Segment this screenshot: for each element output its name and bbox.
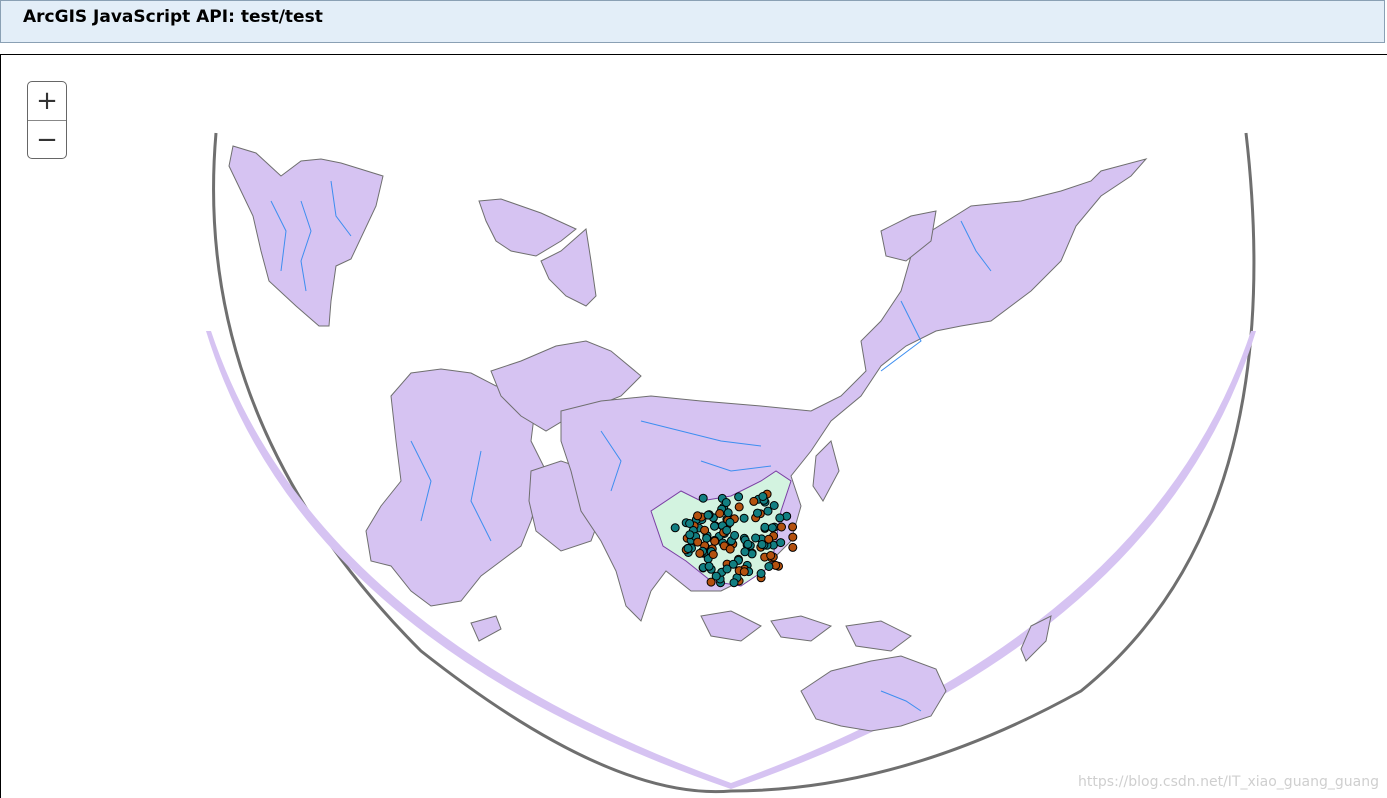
point-feature-orange[interactable] (715, 509, 725, 518)
point-feature-orange[interactable] (788, 542, 798, 552)
point-feature-teal[interactable] (776, 538, 786, 548)
point-feature-orange[interactable] (766, 551, 776, 560)
point-feature-teal[interactable] (703, 510, 713, 520)
point-feature-teal[interactable] (753, 508, 762, 518)
zoom-in-button[interactable]: + (28, 82, 66, 120)
point-feature-teal[interactable] (758, 492, 768, 501)
point-feature-teal[interactable] (702, 533, 712, 543)
point-feature-teal[interactable] (763, 506, 773, 516)
point-feature-orange[interactable] (734, 502, 744, 512)
land-indonesia-1 (700, 610, 762, 642)
zoom-control: + − (27, 81, 67, 159)
point-feature-teal[interactable] (698, 493, 708, 503)
land-asia (560, 158, 1148, 622)
point-feature-orange[interactable] (725, 544, 735, 554)
point-feature-orange[interactable] (739, 567, 749, 577)
map-view[interactable]: + − https://blog.csdn.net/IT_xiao_guang_… (0, 54, 1387, 798)
point-feature-teal[interactable] (722, 525, 732, 535)
point-feature-teal[interactable] (704, 561, 714, 571)
point-feature-orange[interactable] (764, 534, 774, 544)
point-feature-teal[interactable] (743, 539, 753, 549)
point-feature-orange[interactable] (710, 536, 720, 546)
point-feature-orange[interactable] (693, 511, 702, 521)
point-feature-teal[interactable] (764, 562, 774, 571)
point-feature-teal[interactable] (683, 544, 693, 553)
point-feature-teal[interactable] (710, 521, 719, 531)
land-madagascar (470, 615, 502, 642)
point-feature-teal[interactable] (685, 530, 695, 540)
point-feature-teal[interactable] (734, 492, 744, 502)
point-feature-orange[interactable] (777, 522, 786, 532)
point-feature-teal[interactable] (756, 569, 766, 578)
watermark: https://blog.csdn.net/IT_xiao_guang_guan… (1078, 774, 1379, 790)
point-feature-orange[interactable] (706, 577, 716, 587)
point-feature-orange[interactable] (708, 550, 718, 559)
point-feature-orange[interactable] (788, 532, 798, 542)
point-feature-teal[interactable] (739, 513, 749, 523)
point-feature-teal[interactable] (670, 523, 680, 533)
land-indonesia-2 (770, 615, 833, 642)
point-feature-teal[interactable] (730, 530, 740, 540)
page-title: ArcGIS JavaScript API: test/test (23, 7, 323, 27)
point-feature-teal[interactable] (775, 513, 785, 523)
point-feature-teal[interactable] (767, 523, 777, 533)
land-new-guinea (845, 620, 912, 652)
point-feature-teal[interactable] (722, 564, 732, 574)
point-feature-teal[interactable] (740, 547, 750, 557)
point-feature-orange[interactable] (700, 525, 710, 535)
land-north-america (228, 145, 384, 327)
point-feature-teal[interactable] (729, 578, 739, 588)
point-feature-teal[interactable] (757, 540, 767, 549)
point-feature-teal[interactable] (751, 533, 761, 543)
map-canvas[interactable] (1, 55, 1387, 798)
point-feature-teal[interactable] (760, 522, 770, 532)
point-feature-teal[interactable] (723, 508, 733, 518)
point-feature-orange[interactable] (749, 496, 759, 506)
app-header: ArcGIS JavaScript API: test/test (0, 0, 1385, 43)
zoom-out-button[interactable]: − (28, 120, 66, 158)
land-greenland (478, 198, 577, 257)
point-feature-teal[interactable] (725, 517, 735, 527)
land-australia (800, 655, 947, 732)
point-feature-orange[interactable] (693, 537, 703, 547)
point-feature-orange[interactable] (695, 548, 705, 558)
point-feature-orange[interactable] (788, 522, 798, 532)
point-feature-teal[interactable] (685, 519, 695, 528)
land-japan (812, 440, 840, 502)
